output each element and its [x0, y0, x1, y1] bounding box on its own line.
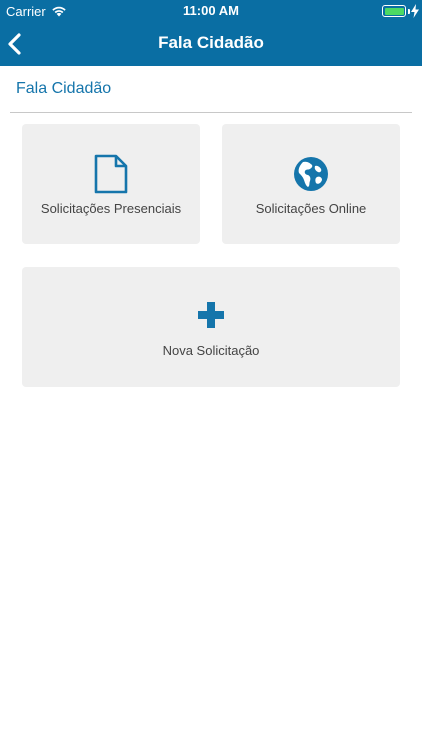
card-solicitacoes-online[interactable]: Solicitações Online	[222, 124, 400, 244]
section-title: Fala Cidadão	[16, 80, 112, 97]
status-bar: Carrier 11:00 AM	[0, 0, 422, 22]
navigation-bar: Fala Cidadão	[0, 22, 422, 66]
section-divider	[10, 112, 412, 113]
back-button[interactable]	[0, 22, 44, 66]
card-label: Solicitações Presenciais	[40, 201, 182, 216]
battery-icon	[382, 5, 406, 17]
battery-level	[384, 7, 404, 15]
nav-title: Fala Cidadão	[158, 33, 264, 52]
app-header: Carrier 11:00 AM Fala Cidadão	[0, 0, 422, 66]
charging-bolt-icon	[411, 4, 419, 18]
clock: 11:00 AM	[183, 3, 239, 18]
plus-icon	[198, 302, 224, 328]
card-solicitacoes-presenciais[interactable]: Solicitações Presenciais	[22, 124, 200, 244]
battery-tip	[408, 9, 410, 14]
globe-icon	[294, 157, 328, 191]
card-nova-solicitacao[interactable]: Nova Solicitação	[22, 267, 400, 387]
document-icon	[94, 154, 128, 194]
card-label: Nova Solicitação	[162, 343, 260, 358]
card-label: Solicitações Online	[255, 201, 367, 216]
chevron-left-icon	[8, 33, 21, 55]
